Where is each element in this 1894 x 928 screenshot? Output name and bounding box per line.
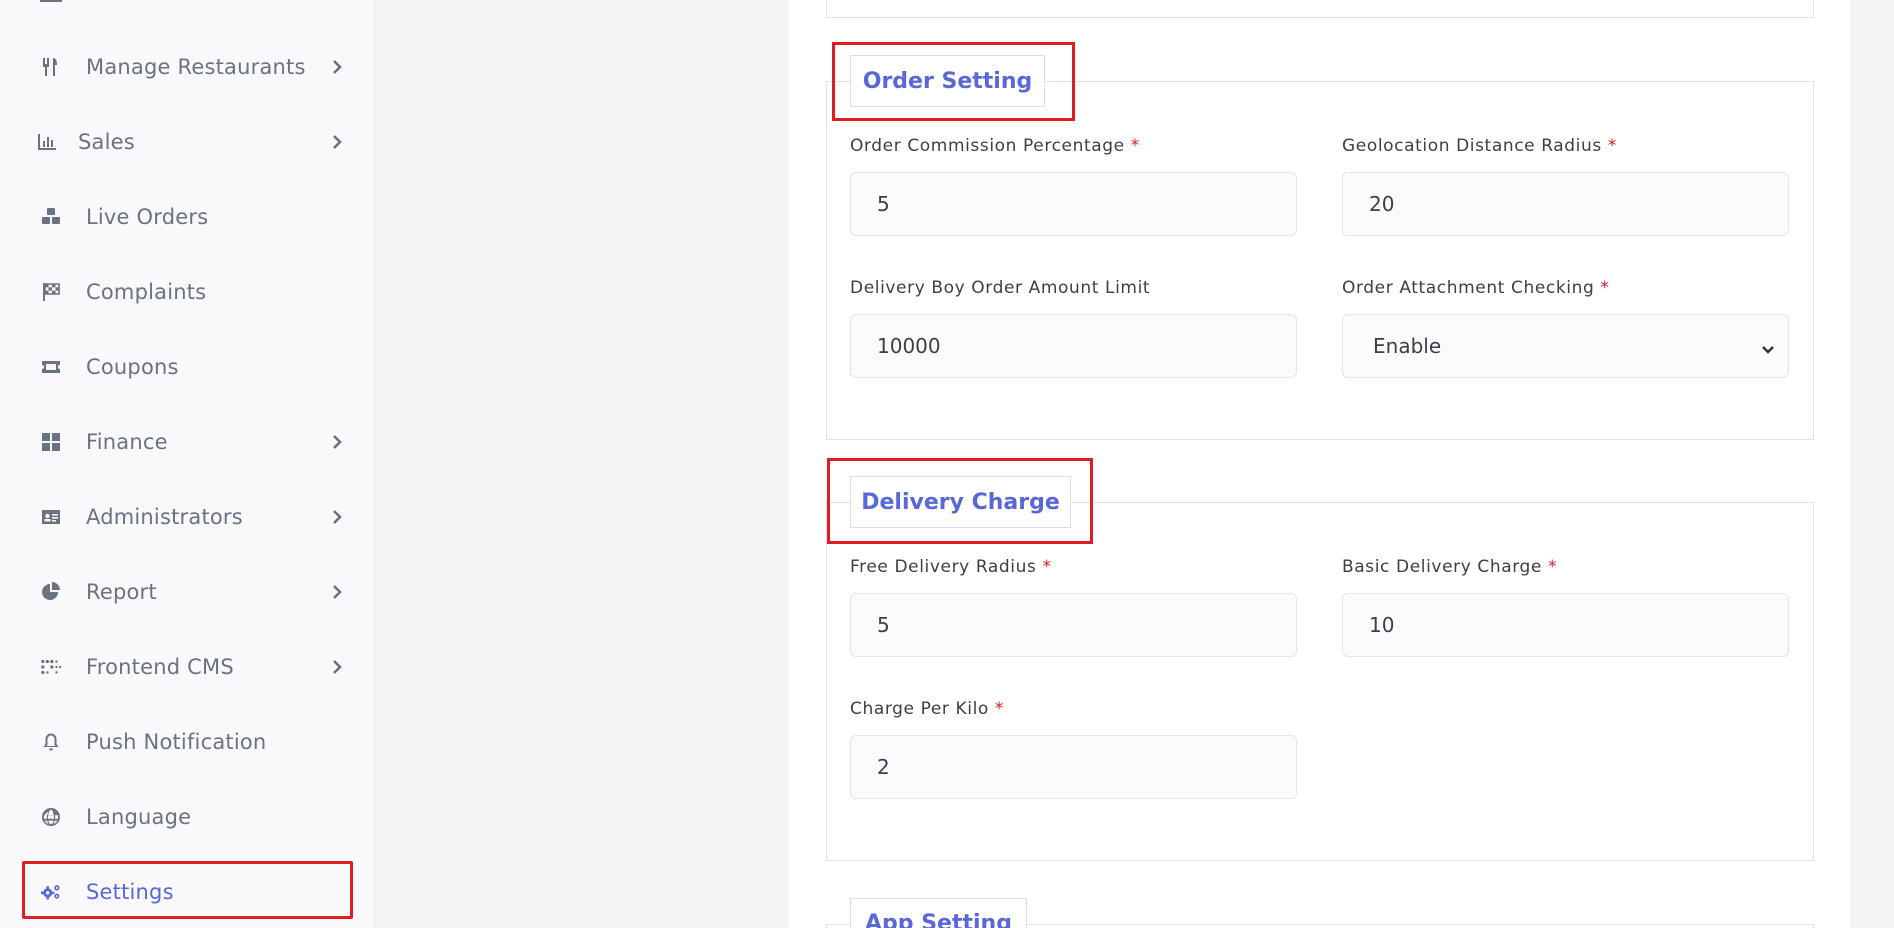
sidebar-item-label: Coupons bbox=[86, 355, 179, 379]
sidebar-item-label: Push Notification bbox=[86, 730, 267, 754]
attachment-select[interactable]: Enable bbox=[1342, 314, 1789, 378]
cogs-icon bbox=[40, 881, 62, 903]
per-kilo-input[interactable] bbox=[850, 735, 1297, 799]
geo-radius-input[interactable] bbox=[1342, 172, 1789, 236]
commission-label: Order Commission Percentage * bbox=[850, 136, 1140, 156]
attachment-select-value: Enable bbox=[1373, 334, 1442, 358]
free-radius-input[interactable] bbox=[850, 593, 1297, 657]
sidebar-item-finance[interactable]: Finance bbox=[0, 412, 375, 472]
ticket-icon bbox=[40, 356, 62, 378]
sidebar-item-settings[interactable]: Settings bbox=[0, 862, 375, 922]
commission-input[interactable] bbox=[850, 172, 1297, 236]
sidebar: Manage Restaurants Sales Live Orders Com… bbox=[0, 0, 375, 928]
braille-icon bbox=[40, 656, 62, 678]
chevron-right-icon bbox=[329, 509, 345, 525]
bell-icon bbox=[40, 731, 62, 753]
sidebar-item-administrators[interactable]: Administrators bbox=[0, 487, 375, 547]
chevron-right-icon bbox=[329, 134, 345, 150]
bar-chart-icon bbox=[36, 131, 58, 153]
sidebar-item-label: Live Orders bbox=[86, 205, 209, 229]
sidebar-item-sales[interactable]: Sales bbox=[0, 112, 375, 172]
app-setting-legend: App Setting bbox=[850, 898, 1027, 928]
attachment-label: Order Attachment Checking * bbox=[1342, 278, 1610, 298]
cubes-icon bbox=[40, 206, 62, 228]
sidebar-item-language[interactable]: Language bbox=[0, 787, 375, 847]
grid-icon bbox=[40, 431, 62, 453]
sidebar-item-complaints[interactable]: Complaints bbox=[0, 262, 375, 322]
flag-checkered-icon bbox=[40, 281, 62, 303]
sidebar-item-label: Sales bbox=[78, 130, 135, 154]
order-setting-fieldset bbox=[826, 81, 1814, 440]
sidebar-item-manage-restaurants[interactable]: Manage Restaurants bbox=[0, 37, 375, 97]
order-setting-legend: Order Setting bbox=[850, 55, 1045, 107]
sidebar-item-label: Administrators bbox=[86, 505, 243, 529]
globe-icon bbox=[40, 806, 62, 828]
delivery-limit-label: Delivery Boy Order Amount Limit bbox=[850, 278, 1151, 298]
sidebar-item-frontend-cms[interactable]: Frontend CMS bbox=[0, 637, 375, 697]
chevron-right-icon bbox=[329, 434, 345, 450]
previous-fieldset bbox=[826, 0, 1814, 18]
utensils-icon bbox=[40, 56, 62, 78]
chevron-right-icon bbox=[329, 659, 345, 675]
chevron-right-icon bbox=[329, 59, 345, 75]
id-card-icon bbox=[40, 506, 62, 528]
sidebar-item-label: Settings bbox=[86, 880, 174, 904]
sidebar-item-report[interactable]: Report bbox=[0, 562, 375, 622]
geo-radius-label: Geolocation Distance Radius * bbox=[1342, 136, 1617, 156]
sidebar-item-coupons[interactable]: Coupons bbox=[0, 337, 375, 397]
sidebar-item-label: Language bbox=[86, 805, 192, 829]
chevron-right-icon bbox=[329, 584, 345, 600]
pie-chart-icon bbox=[40, 581, 62, 603]
delivery-limit-input[interactable] bbox=[850, 314, 1297, 378]
sidebar-item-label: Frontend CMS bbox=[86, 655, 234, 679]
sidebar-item-push-notification[interactable]: Push Notification bbox=[0, 712, 375, 772]
sidebar-item-label: Complaints bbox=[86, 280, 207, 304]
basic-charge-label: Basic Delivery Charge * bbox=[1342, 557, 1558, 577]
sidebar-item-label: Report bbox=[86, 580, 157, 604]
sidebar-item-label: Manage Restaurants bbox=[86, 55, 306, 79]
sidebar-item-label: Finance bbox=[86, 430, 168, 454]
partial-menu-item bbox=[40, 0, 62, 2]
delivery-charge-legend: Delivery Charge bbox=[850, 476, 1071, 528]
basic-charge-input[interactable] bbox=[1342, 593, 1789, 657]
per-kilo-label: Charge Per Kilo * bbox=[850, 699, 1005, 719]
delivery-charge-fieldset bbox=[826, 502, 1814, 861]
chevron-down-icon bbox=[1760, 338, 1776, 354]
free-radius-label: Free Delivery Radius * bbox=[850, 557, 1052, 577]
sidebar-item-live-orders[interactable]: Live Orders bbox=[0, 187, 375, 247]
